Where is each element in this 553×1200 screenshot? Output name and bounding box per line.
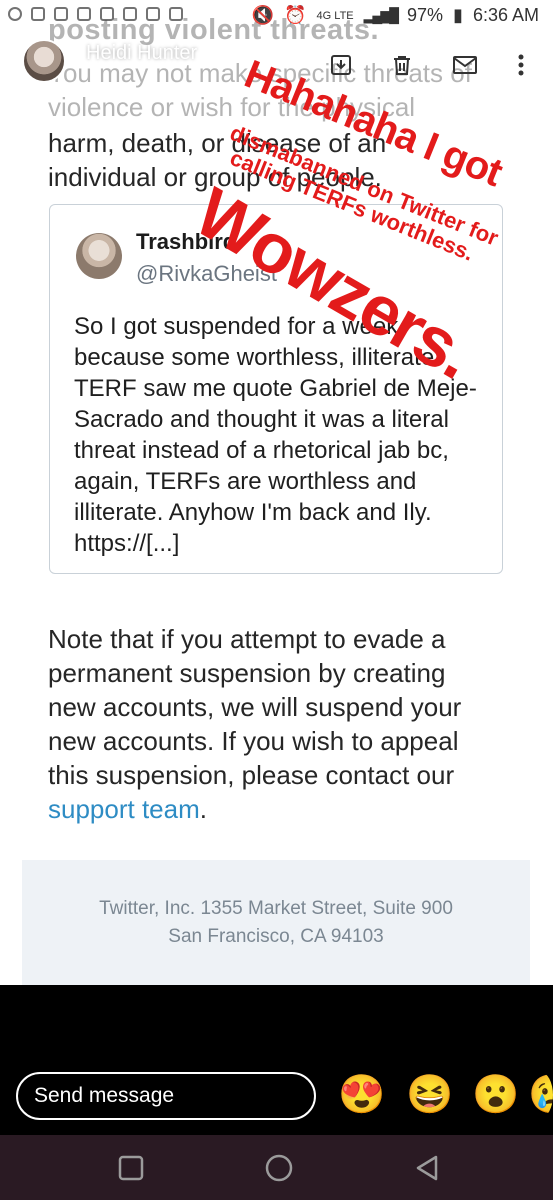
- mail-icon: [54, 7, 68, 21]
- tweet-line: threat instead of a rhetorical jab bc,: [74, 437, 449, 464]
- alarm-icon: ⏰: [284, 5, 307, 25]
- tweet-avatar: [76, 233, 122, 279]
- system-status: 🔇 ⏰ 4G LTE ▂▄▆█ 97% ▮ 6:36 AM: [252, 5, 539, 26]
- trash-icon[interactable]: [389, 52, 415, 78]
- at-icon: [8, 7, 22, 21]
- lock-icon: [31, 7, 45, 21]
- note-line: new accounts. If you wish to appeal: [48, 726, 459, 756]
- android-nav-bar: [0, 1135, 553, 1200]
- signal-icon: ▂▄▆█: [363, 7, 399, 23]
- image-icon: [146, 7, 160, 21]
- tweet-line: again, TERFs are worthless and: [74, 468, 417, 495]
- send-message-input[interactable]: [16, 1072, 316, 1120]
- back-icon[interactable]: [410, 1151, 444, 1185]
- tweet-line: TERF saw me quote Gabriel de Meje-: [74, 375, 477, 402]
- note-line: new accounts, we will suspend your: [48, 692, 462, 722]
- clock: 6:36 AM: [472, 5, 539, 25]
- story-author-name[interactable]: Heidi Hunter: [86, 42, 197, 65]
- more-options-icon[interactable]: [508, 52, 534, 78]
- support-sentence: support team.: [48, 794, 207, 825]
- surprised-emoji-button[interactable]: 😮: [472, 1072, 519, 1118]
- recent-apps-icon[interactable]: [114, 1151, 148, 1185]
- tweet-line: Sacrado and thought it was a literal: [74, 406, 449, 433]
- laughing-emoji-button[interactable]: 😆: [406, 1072, 453, 1118]
- battery-icon: ▮: [453, 5, 463, 25]
- footer-address-line-2: San Francisco, CA 94103: [168, 926, 384, 947]
- footer-address-line-1: Twitter, Inc. 1355 Market Street, Suite …: [99, 898, 453, 919]
- mail-icon: [123, 7, 137, 21]
- message-bar: 😍 😆 😮 😢: [0, 985, 553, 1135]
- mail-icon: [77, 7, 91, 21]
- mute-icon: 🔇: [251, 5, 275, 25]
- image-icon: [169, 7, 183, 21]
- mail-icon[interactable]: [452, 52, 478, 78]
- avatar[interactable]: [22, 39, 66, 83]
- home-icon[interactable]: [262, 1151, 296, 1185]
- support-period: .: [199, 794, 207, 824]
- tweet-link[interactable]: https://[...]: [74, 530, 179, 558]
- crying-emoji-button[interactable]: 😢: [528, 1072, 553, 1118]
- battery-level: 97%: [407, 5, 444, 25]
- network-type: 4G LTE: [316, 9, 354, 22]
- note-line: this suspension, please contact our: [48, 760, 455, 790]
- email-footer: Twitter, Inc. 1355 Market Street, Suite …: [22, 860, 530, 985]
- status-bar: 🔇 ⏰ 4G LTE ▂▄▆█ 97% ▮ 6:36 AM: [0, 0, 553, 32]
- heart-eyes-emoji-button[interactable]: 😍: [338, 1072, 385, 1118]
- notification-icons: [8, 7, 183, 21]
- instagram-icon: [100, 7, 114, 21]
- archive-icon[interactable]: [328, 52, 354, 78]
- note-line: Note that if you attempt to evade a: [48, 624, 446, 654]
- support-team-link[interactable]: support team: [48, 794, 200, 824]
- note-line: permanent suspension by creating: [48, 658, 446, 688]
- tweet-line: illiterate. Anyhow I'm back and Ily.: [74, 499, 432, 526]
